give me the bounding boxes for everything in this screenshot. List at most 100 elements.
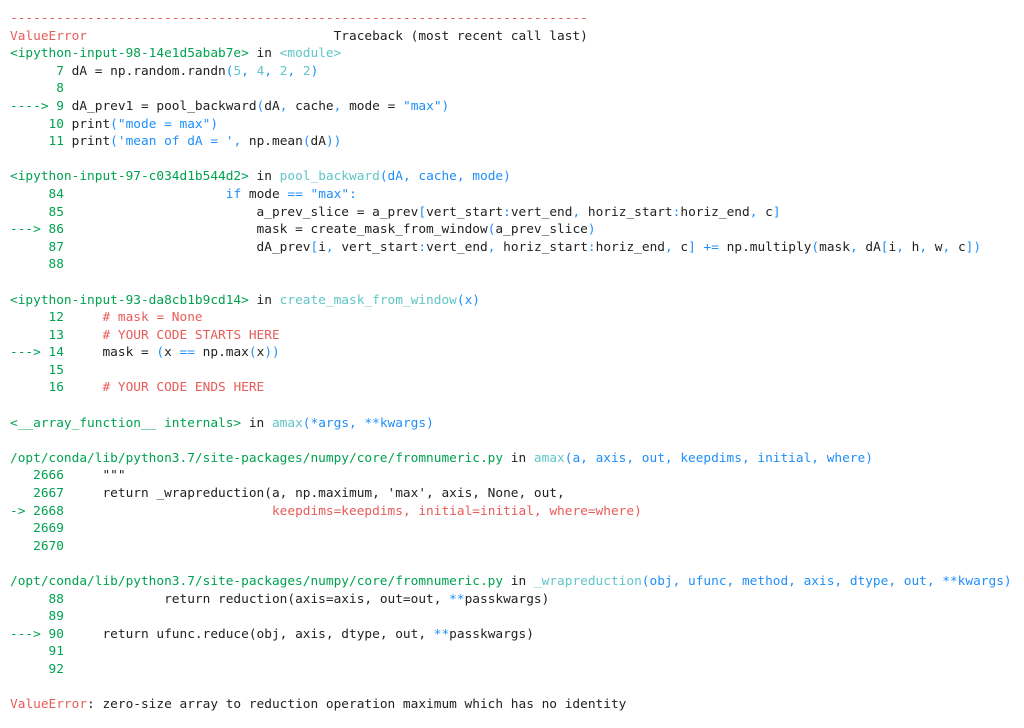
traceback-segment: (obj, ufunc, method, axis, dtype, out, *… (641, 574, 1012, 589)
traceback-segment: in (503, 574, 534, 589)
traceback-segment (72, 328, 103, 343)
traceback-segment: , (896, 239, 912, 255)
traceback-line: 12 # mask = None (10, 309, 1024, 327)
traceback-segment: 8 (10, 81, 72, 97)
traceback-segment: Traceback (most recent call last) (87, 28, 588, 44)
traceback-segment: "max" (310, 186, 350, 202)
traceback-segment: vert_start (426, 204, 504, 220)
traceback-segment: 2670 (10, 538, 72, 554)
traceback-segment: (dA, cache, mode) (379, 169, 511, 185)
traceback-segment: """ (71, 468, 126, 484)
traceback-segment: return ufunc.reduce(obj, axis, dtype, ou… (71, 626, 434, 642)
traceback-segment: amax (533, 450, 565, 466)
traceback-segment: ** (449, 591, 465, 607)
traceback-segment: amax (271, 415, 303, 431)
traceback-segment: , (264, 63, 280, 79)
traceback-line: 87 dA_prev[i, vert_start:vert_end, horiz… (10, 239, 1024, 257)
traceback-line: 2670 (10, 538, 1024, 556)
traceback-output: ----------------------------------------… (10, 10, 1024, 714)
traceback-line: /opt/conda/lib/python3.7/site-packages/n… (10, 573, 1024, 591)
traceback-segment: 87 (10, 239, 72, 255)
traceback-segment: 85 (10, 204, 72, 220)
traceback-line: 13 # YOUR CODE STARTS HERE (10, 327, 1024, 345)
traceback-line: <ipython-input-93-da8cb1b9cd14> in creat… (10, 292, 1024, 310)
traceback-segment: _wrapreduction (533, 574, 642, 589)
traceback-segment: dA_prev (71, 239, 311, 255)
traceback-segment: ]) (965, 239, 982, 255)
traceback-segment: 2 (302, 63, 311, 79)
traceback-segment: , (572, 204, 588, 220)
traceback-line: 92 (10, 661, 1024, 679)
traceback-segment: ----------------------------------------… (10, 11, 588, 26)
traceback-segment: horiz_start (503, 239, 588, 255)
traceback-segment: 12 (10, 310, 72, 326)
traceback-segment: , (749, 204, 766, 220)
traceback-line: 84 if mode == "max": (10, 186, 1024, 204)
traceback-segment: a_prev_slice = a_prev (71, 204, 419, 220)
traceback-line: ---> 86 mask = create_mask_from_window(a… (10, 221, 1024, 239)
traceback-segment: c (765, 204, 773, 220)
traceback-segment: mask = create_mask_from_window (71, 222, 488, 238)
traceback-segment: ( (302, 134, 311, 150)
traceback-segment: "max" (403, 98, 442, 114)
traceback-line: 85 a_prev_slice = a_prev[vert_start:vert… (10, 204, 1024, 222)
traceback-segment: <ipython-input-97-c034d1b544d2> (10, 169, 249, 185)
traceback-segment: return _wrapreduction(a, np.maximum, 'ma… (71, 486, 565, 502)
traceback-line: 88 return reduction(axis=axis, out=out, … (10, 591, 1024, 609)
traceback-segment: (*args, **kwargs) (302, 415, 434, 431)
traceback-segment: mode (241, 186, 288, 202)
traceback-segment: c (957, 239, 966, 255)
traceback-line: <__array_function__ internals> in amax(*… (10, 415, 1024, 433)
traceback-segment: 91 (10, 644, 72, 660)
traceback-line: 15 (10, 362, 1024, 380)
traceback-line (10, 679, 1024, 697)
traceback-segment: create_mask_from_window (279, 292, 457, 308)
traceback-segment: in (248, 46, 280, 62)
traceback-segment: dA (310, 134, 326, 150)
traceback-segment: , (279, 98, 296, 114)
traceback-segment: , (919, 239, 935, 255)
traceback-segment (303, 187, 311, 202)
traceback-segment: dA_prev1 = pool_backward (71, 98, 257, 114)
traceback-line: -> 2668 keepdims=keepdims, initial=initi… (10, 503, 1024, 521)
traceback-segment: : (418, 239, 427, 255)
traceback-segment: -> 2668 (10, 503, 72, 519)
traceback-segment: )) (264, 345, 280, 361)
traceback-segment: dA (264, 98, 280, 114)
traceback-segment: in (241, 415, 272, 431)
traceback-segment: mask (819, 239, 850, 255)
traceback-segment: vert_start (341, 239, 419, 255)
traceback-segment: w (934, 239, 943, 255)
traceback-segment: )) (325, 134, 342, 150)
traceback-segment: 15 (10, 362, 72, 378)
traceback-segment: 13 (10, 327, 72, 343)
traceback-segment: 2666 (10, 468, 72, 484)
traceback-segment: <__array_function__ internals> (10, 415, 242, 431)
traceback-segment: 88 (10, 257, 72, 273)
traceback-segment: in (248, 292, 280, 308)
traceback-segment: ) (441, 98, 450, 114)
traceback-segment: , (849, 239, 866, 255)
traceback-segment: if (225, 186, 242, 202)
traceback-segment: 5 (233, 63, 242, 79)
traceback-segment: ** (433, 626, 450, 642)
traceback-segment: np.mean (248, 134, 303, 150)
traceback-segment: ---> 14 (10, 345, 72, 361)
traceback-segment: ( (110, 116, 118, 132)
traceback-line: 89 (10, 608, 1024, 626)
traceback-segment: : (349, 186, 357, 202)
traceback-segment: ) (587, 222, 596, 238)
traceback-line: 91 (10, 643, 1024, 661)
traceback-segment: print (71, 134, 111, 150)
traceback-segment: ValueError (10, 28, 88, 44)
traceback-segment: 2669 (10, 521, 72, 537)
traceback-segment: == (179, 345, 195, 361)
traceback-segment: <ipython-input-93-da8cb1b9cd14> (10, 292, 249, 308)
traceback-segment: /opt/conda/lib/python3.7/site-packages/n… (10, 450, 504, 466)
traceback-segment: ) (210, 116, 219, 132)
traceback-segment: (a, axis, out, keepdims, initial, where) (564, 450, 873, 466)
traceback-segment: np.max (194, 345, 249, 361)
traceback-segment: dA (865, 239, 881, 255)
traceback-segment: vert_end (426, 239, 488, 255)
traceback-segment (72, 380, 103, 395)
